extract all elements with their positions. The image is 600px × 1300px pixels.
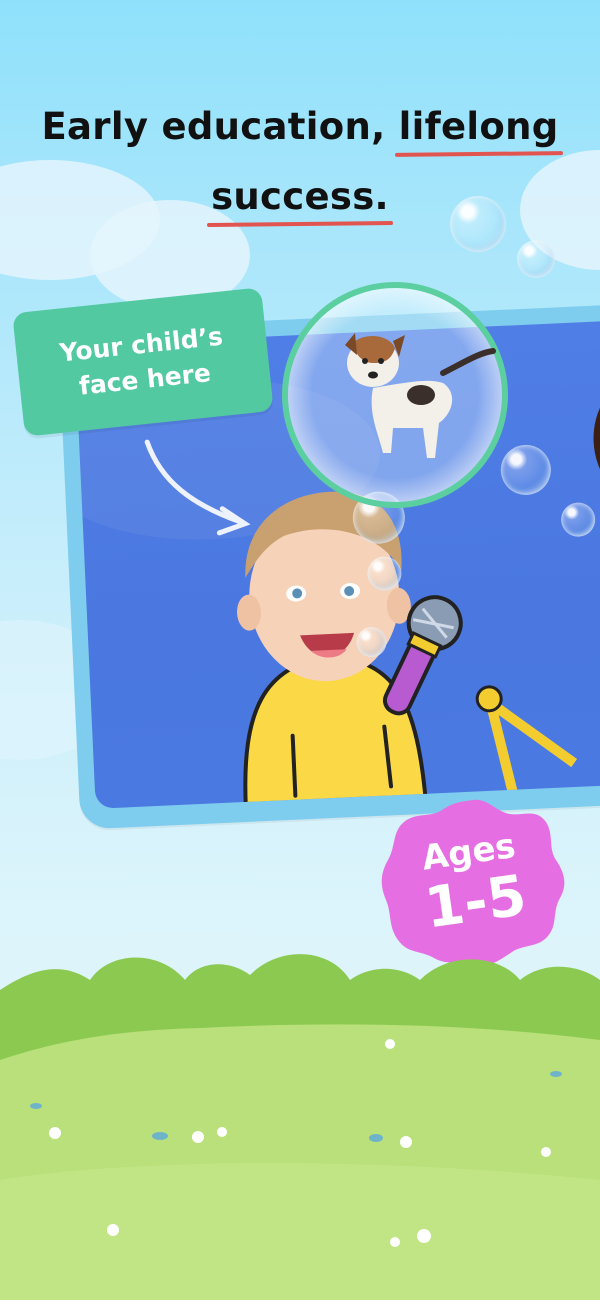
app-store-screenshot: Early education, lifelong success. Your … <box>0 0 600 1300</box>
face-placeholder-tag: Your child’s face here <box>12 287 274 437</box>
puppy-illustration <box>345 333 496 458</box>
puppy-bubble <box>282 282 508 508</box>
headline-underlined-word: success. <box>211 162 389 232</box>
headline-line-1: Early education, lifelong <box>0 92 600 162</box>
bubble <box>517 240 555 278</box>
headline-text: Early education, <box>41 105 399 148</box>
headline-line-2: success. <box>0 162 600 232</box>
arrow-doodle <box>144 439 251 536</box>
bubble <box>450 196 506 252</box>
meadow-background <box>0 954 600 1300</box>
headline: Early education, lifelong success. <box>0 92 600 232</box>
headline-underlined-word: lifelong <box>399 92 559 162</box>
